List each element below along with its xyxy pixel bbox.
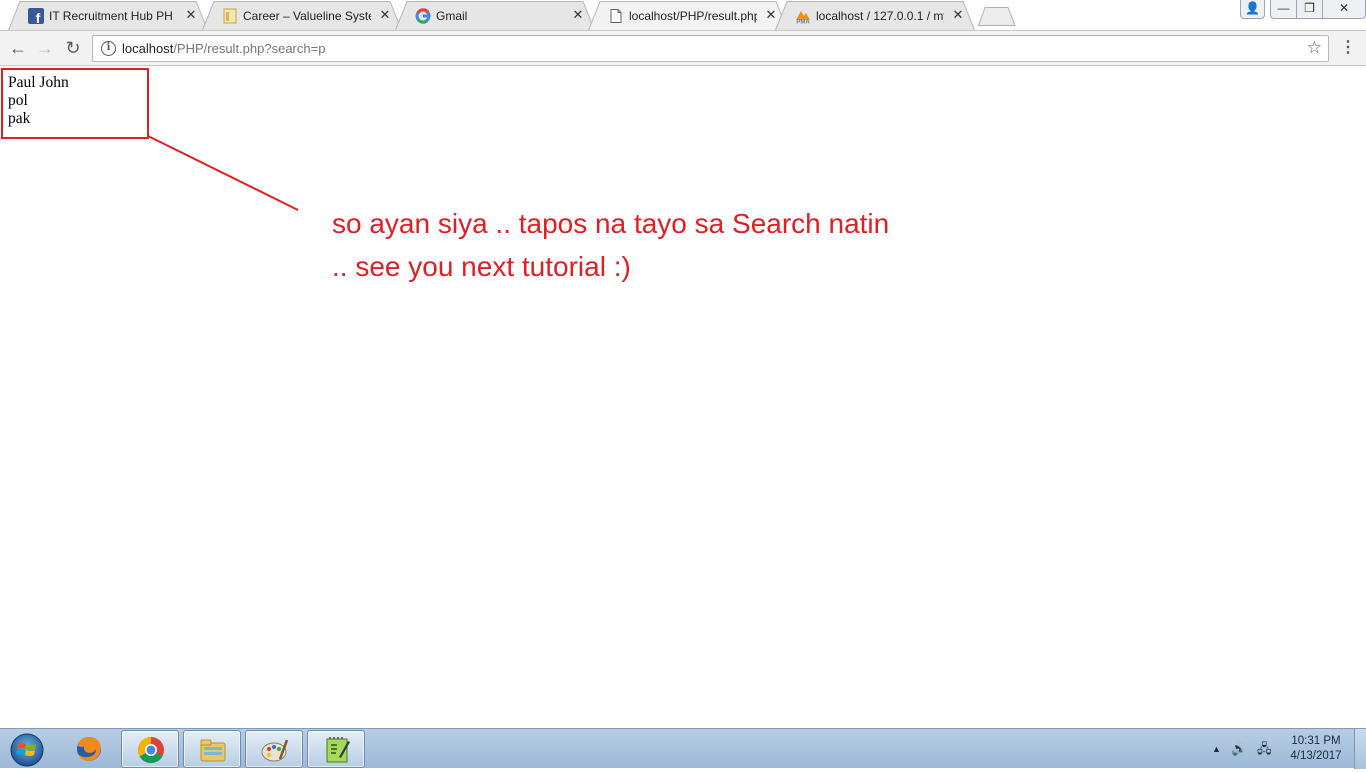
tab-title: localhost / 127.0.0.1 / my — [816, 9, 944, 23]
notepad-plus-plus-icon — [326, 737, 350, 763]
tab-gmail[interactable]: Gmail ✕ — [395, 1, 595, 30]
tab-title: Career – Valueline Systems — [243, 9, 371, 23]
svg-text:PMA: PMA — [796, 20, 810, 25]
taskbar-firefox[interactable] — [60, 730, 118, 768]
phpmyadmin-icon: PMA — [795, 8, 811, 26]
start-button[interactable] — [4, 730, 50, 768]
windows-logo-icon — [10, 733, 44, 767]
folder-icon — [200, 739, 226, 762]
menu-icon[interactable]: ⋮ — [1340, 38, 1356, 58]
taskbar-notepad-plus-plus[interactable] — [307, 730, 365, 768]
page-icon — [608, 8, 624, 24]
close-icon[interactable]: ✕ — [571, 8, 585, 22]
tab-result-php[interactable]: localhost/PHP/result.php ✕ — [588, 1, 788, 30]
tab-title: IT Recruitment Hub PH — [49, 9, 173, 23]
reload-button[interactable]: ↻ — [60, 36, 86, 60]
browser-toolbar: ← → ↻ i localhost/PHP/result.php?search=… — [0, 30, 1366, 66]
tab-career-valueline[interactable]: Career – Valueline Systems ✕ — [202, 1, 402, 30]
tab-title: localhost/PHP/result.php — [629, 9, 757, 23]
chrome-icon — [137, 736, 164, 764]
clock-date: 4/13/2017 — [1290, 750, 1342, 762]
taskbar-chrome[interactable] — [121, 730, 179, 768]
svg-text:f: f — [36, 10, 41, 24]
show-hidden-icons-icon[interactable]: ▲ — [1212, 741, 1221, 757]
info-icon[interactable]: i — [101, 41, 116, 56]
firefox-icon — [77, 737, 101, 761]
close-icon[interactable]: ✕ — [378, 8, 392, 22]
bookmark-star-icon[interactable]: ☆ — [1307, 38, 1322, 58]
tab-title: Gmail — [436, 9, 468, 23]
address-bar[interactable]: i localhost/PHP/result.php?search=p ☆ — [92, 35, 1329, 62]
new-tab-button[interactable] — [977, 6, 1016, 26]
tab-phpmyadmin[interactable]: PMA localhost / 127.0.0.1 / my ✕ — [775, 1, 975, 30]
google-icon — [415, 8, 431, 24]
volume-icon[interactable]: 🔊 — [1231, 741, 1247, 757]
tab-it-recruitment-hub[interactable]: f IT Recruitment Hub PH ✕ — [8, 1, 208, 30]
close-button[interactable]: ✕ — [1322, 0, 1366, 19]
annotation-line: .. see you next tutorial :) — [332, 251, 631, 282]
close-icon[interactable]: ✕ — [951, 8, 965, 22]
forward-button[interactable]: → — [32, 36, 58, 60]
clock[interactable]: 10:31 PM 4/13/2017 — [1284, 734, 1348, 764]
url-text[interactable]: localhost/PHP/result.php?search=p — [122, 41, 325, 57]
taskbar-paint[interactable] — [245, 730, 303, 768]
profile-icon[interactable]: 👤 — [1240, 0, 1265, 19]
window-controls: 👤 — ❐ ✕ — [1240, 0, 1366, 20]
url-host: localhost — [122, 41, 174, 56]
show-desktop-button[interactable] — [1354, 729, 1366, 769]
annotation-text: so ayan siya .. tapos na tayo sa Search … — [332, 202, 889, 288]
facebook-icon: f — [28, 8, 44, 26]
tab-strip: f IT Recruitment Hub PH ✕ Career – Value… — [0, 0, 1366, 30]
taskbar: ▲ 🔊 🖧 10:31 PM 4/13/2017 — [0, 728, 1366, 769]
back-button[interactable]: ← — [5, 36, 31, 60]
annotation-line: so ayan siya .. tapos na tayo sa Search … — [332, 208, 890, 239]
page-content: Paul John pol pak so ayan siya .. tapos … — [0, 66, 1366, 728]
taskbar-file-explorer[interactable] — [183, 730, 241, 768]
url-path: /PHP/result.php?search=p — [173, 41, 326, 56]
clock-time: 10:31 PM — [1291, 735, 1341, 747]
maximize-button[interactable]: ❐ — [1296, 0, 1323, 19]
close-icon[interactable]: ✕ — [184, 8, 198, 22]
annotation-arrow-line — [147, 135, 299, 211]
paint-icon — [261, 739, 289, 762]
network-icon[interactable]: 🖧 — [1257, 741, 1272, 757]
valueline-icon — [222, 8, 238, 24]
minimize-button[interactable]: — — [1270, 0, 1297, 19]
